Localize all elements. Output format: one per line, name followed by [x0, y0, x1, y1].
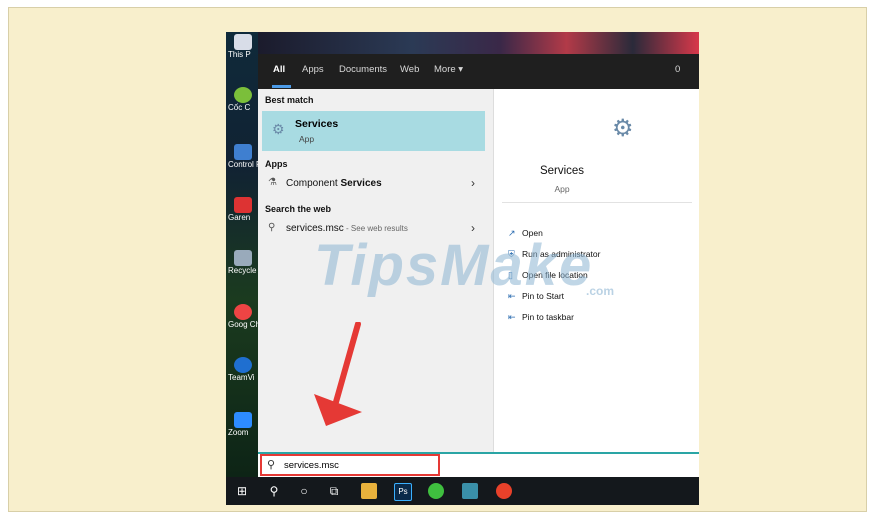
divider [502, 202, 692, 203]
services-gear-icon-large: ⚙ [612, 115, 634, 142]
component-services-icon: ⚗ [268, 177, 277, 188]
active-tab-indicator [272, 85, 291, 88]
search-filter-tabs: All Apps Documents Web More ▾ 0 [258, 54, 699, 89]
tab-all[interactable]: All [273, 64, 285, 75]
pin-icon: ⇤ [508, 312, 516, 322]
search-box[interactable]: ⚲ services.msc [258, 452, 699, 477]
search-highlight-annotation [260, 454, 440, 476]
preview-title: Services [539, 165, 585, 177]
desktop-icon-chrome[interactable]: Goog Chrom [228, 304, 274, 329]
taskbar: ⊞ ⚲ ○ ⧉ Ps [226, 477, 699, 505]
component-services-bold: Services [340, 178, 382, 189]
best-match-heading: Best match [265, 95, 314, 105]
tab-web[interactable]: Web [400, 64, 419, 75]
action-pin-to-taskbar[interactable]: ⇤ Pin to taskbar [508, 312, 574, 323]
desktop-icon-this-pc[interactable]: This P [228, 34, 254, 59]
cortana-icon[interactable]: ○ [296, 483, 312, 499]
best-match-subtitle: App [299, 134, 315, 144]
red-arrow-annotation [314, 322, 362, 426]
desktop-icon-garena[interactable]: Garen [228, 197, 254, 222]
best-match-title: Services [295, 118, 339, 130]
search-icon[interactable]: ⚲ [266, 483, 282, 499]
component-services-prefix: Component [286, 178, 341, 189]
watermark-com: .com [586, 284, 615, 298]
screenshot-frame: This P Cốc C Control P Garen Recycle Goo… [8, 7, 867, 512]
windows-screen: This P Cốc C Control P Garen Recycle Goo… [226, 32, 699, 505]
task-view-icon[interactable]: ⧉ [326, 483, 342, 499]
preview-subtitle: App [554, 184, 570, 194]
search-web-heading: Search the web [265, 204, 332, 214]
desktop-icon-control-panel[interactable]: Control P [228, 144, 261, 169]
start-windows-icon[interactable]: ⊞ [234, 483, 250, 499]
rewards-count: 0 [675, 64, 681, 75]
tab-more[interactable]: More ▾ [434, 64, 463, 75]
desktop-icons-strip: This P Cốc C Control P Garen Recycle Goo… [226, 32, 274, 477]
tab-apps[interactable]: Apps [302, 64, 324, 75]
desktop-wallpaper-strip [258, 32, 699, 54]
best-match-item[interactable]: ⚙ Services App [262, 111, 485, 151]
line-app-icon[interactable] [428, 483, 444, 499]
watermark: TipsMake [314, 233, 594, 298]
search-icon: ⚲ [268, 222, 276, 233]
apps-heading: Apps [265, 159, 288, 169]
tab-documents[interactable]: Documents [339, 64, 387, 75]
services-gear-icon: ⚙ [272, 121, 285, 137]
desktop-icon-teamviewer[interactable]: TeamVi [228, 357, 255, 382]
desktop-icon-zoom[interactable]: Zoom [228, 412, 254, 437]
photoshop-icon[interactable]: Ps [394, 483, 412, 501]
file-explorer-icon[interactable] [361, 483, 377, 499]
image-app-icon[interactable] [462, 483, 478, 499]
desktop-icon-coc-coc[interactable]: Cốc C [228, 87, 254, 112]
chrome-icon[interactable] [496, 483, 512, 499]
desktop-icon-recycle-bin[interactable]: Recycle [228, 250, 256, 275]
